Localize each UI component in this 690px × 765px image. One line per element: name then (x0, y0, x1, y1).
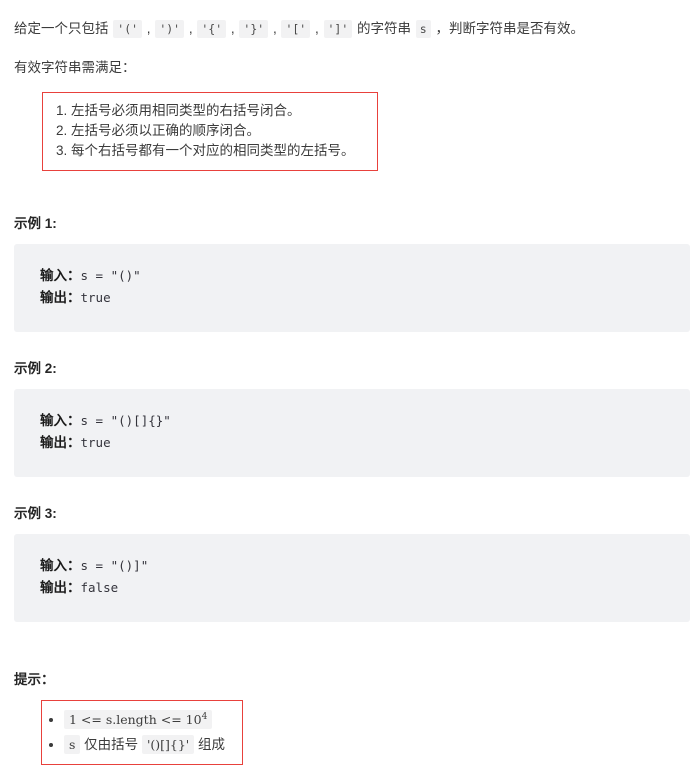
hints-heading: 提示： (14, 672, 55, 687)
intro-paragraph: 给定一个只包括 '(' , ')' , '{' , '}' , '[' , ']… (14, 10, 690, 39)
example-3-output-line: 输出：false (40, 577, 690, 599)
intro-sep-5: , (311, 21, 323, 36)
code-token-open-paren: '(' (113, 20, 143, 38)
intro-sep-3: , (227, 21, 239, 36)
output-code: true (80, 435, 111, 450)
output-label: 输出： (40, 290, 81, 305)
code-variable-s: s (415, 20, 431, 38)
rule-item: 左括号必须以正确的顺序闭合。 (71, 121, 367, 141)
example-2-heading: 示例 2: (14, 361, 57, 376)
input-code: s = "()]" (80, 558, 149, 573)
hint-text-after: 组成 (194, 737, 225, 752)
rules-box: 左括号必须用相同类型的右括号闭合。 左括号必须以正确的顺序闭合。 每个右括号都有… (42, 92, 378, 171)
hints-list: 1 <= s.length <= 104 s 仅由括号 '()[]{}' 组成 (50, 707, 234, 757)
example-2-output-line: 输出：true (40, 432, 690, 454)
example-1-block: 输入：s = "()" 输出：true (14, 244, 690, 332)
intro-sep-2: , (185, 21, 197, 36)
intro-middle: 的字符串 (353, 21, 415, 36)
rule-item: 每个右括号都有一个对应的相同类型的左括号。 (71, 141, 367, 161)
output-code: false (80, 580, 119, 595)
code-token-close-brace: '}' (239, 20, 269, 38)
hint-bracket-set-code: '()[]{}' (141, 735, 195, 754)
output-label: 输出： (40, 435, 81, 450)
condition-label: 有效字符串需满足： (14, 60, 136, 75)
example-3-heading: 示例 3: (14, 506, 57, 521)
input-label: 输入： (40, 558, 81, 573)
input-code: s = "()[]{}" (80, 413, 171, 428)
intro-sep-1: , (143, 21, 155, 36)
intro-sep-4: , (269, 21, 281, 36)
output-code: true (80, 290, 111, 305)
hint-length-exponent: 4 (201, 711, 208, 722)
rules-list: 左括号必须用相同类型的右括号闭合。 左括号必须以正确的顺序闭合。 每个右括号都有… (53, 101, 367, 161)
input-label: 输入： (40, 413, 81, 428)
output-label: 输出： (40, 580, 81, 595)
example-3-block: 输入：s = "()]" 输出：false (14, 534, 690, 622)
problem-description-page: 给定一个只包括 '(' , ')' , '{' , '}' , '[' , ']… (0, 0, 690, 765)
code-token-open-brace: '{' (197, 20, 227, 38)
hints-box: 1 <= s.length <= 104 s 仅由括号 '()[]{}' 组成 (41, 700, 243, 765)
example-1-output-line: 输出：true (40, 287, 690, 309)
input-code: s = "()" (80, 268, 141, 283)
hint-length-code: 1 <= s.length <= 104 (64, 710, 213, 729)
rule-item: 左括号必须用相同类型的右括号闭合。 (71, 101, 367, 121)
hint-variable-s: s (64, 735, 81, 754)
intro-prefix: 给定一个只包括 (14, 21, 113, 36)
example-1-input-line: 输入：s = "()" (40, 265, 690, 287)
intro-suffix: ，判断字符串是否有效。 (431, 21, 584, 36)
example-3-input-line: 输入：s = "()]" (40, 555, 690, 577)
code-token-open-bracket: '[' (281, 20, 311, 38)
hint-item-length: 1 <= s.length <= 104 (64, 707, 234, 732)
hint-length-expression: 1 <= s.length <= 10 (69, 712, 202, 727)
input-label: 输入： (40, 268, 81, 283)
hint-item-charset: s 仅由括号 '()[]{}' 组成 (64, 732, 234, 757)
code-token-close-paren: ')' (155, 20, 185, 38)
example-2-input-line: 输入：s = "()[]{}" (40, 410, 690, 432)
example-1-heading: 示例 1: (14, 216, 57, 231)
example-2-block: 输入：s = "()[]{}" 输出：true (14, 389, 690, 477)
hint-text-before: 仅由括号 (80, 737, 142, 752)
code-token-close-bracket: ']' (323, 20, 353, 38)
